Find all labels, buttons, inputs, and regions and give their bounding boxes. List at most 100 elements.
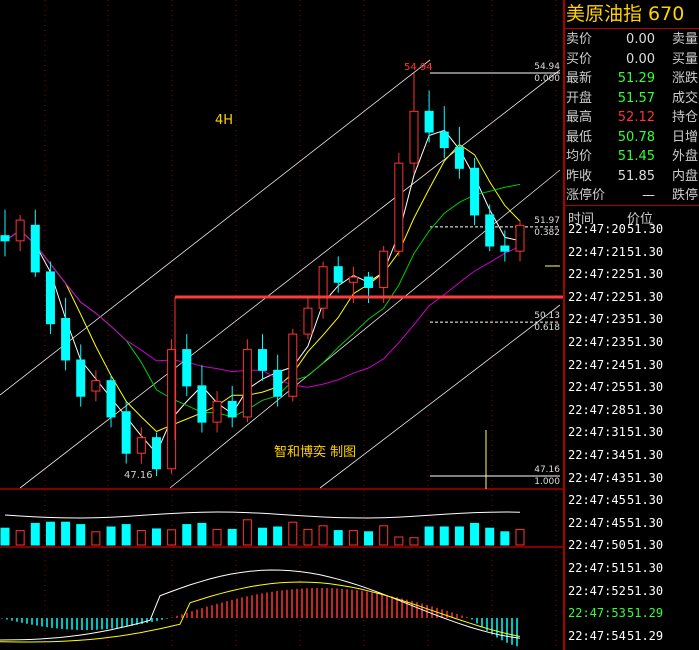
quote-row: 涨停价 — 跌停 xyxy=(565,186,699,205)
quote-label-2: 成交 xyxy=(672,90,699,106)
volume-pane xyxy=(0,511,525,546)
tick-price: 51.30 xyxy=(627,425,664,440)
macd-pane xyxy=(0,569,521,647)
quote-label: 最新 xyxy=(566,71,593,86)
quote-value: 52.12 xyxy=(617,110,655,125)
volume-bar xyxy=(151,528,161,546)
volume-bar xyxy=(500,531,510,546)
tick-row: 22:47:28 51.30 xyxy=(565,399,699,421)
candle-body xyxy=(485,214,495,247)
quote-label: 卖价 xyxy=(566,32,593,47)
tick-row: 22:47:20 51.30 xyxy=(565,218,699,240)
tick-row: 22:47:51 51.30 xyxy=(565,557,699,579)
quote-row: 买价 0.00 买量 xyxy=(565,50,699,69)
candles xyxy=(0,73,525,476)
candle-body xyxy=(439,131,449,149)
volume-bar xyxy=(121,524,131,546)
candle-body xyxy=(197,385,207,423)
tick-price: 51.30 xyxy=(627,244,664,259)
fib-price-label: 47.16 xyxy=(534,465,560,475)
volume-bar xyxy=(303,528,313,546)
tick-row: 22:47:45 51.30 xyxy=(565,512,699,534)
quote-label-2: 卖量 xyxy=(672,32,699,47)
tick-price: 51.30 xyxy=(627,357,664,372)
tick-price: 51.30 xyxy=(627,448,664,462)
tick-row: 22:47:43 51.30 xyxy=(565,467,699,489)
channel-line xyxy=(19,69,561,489)
fibonacci-levels: 54.94 0.000 51.97 0.382 50.13 0.618 47.16 1.000 xyxy=(430,62,560,489)
candle-body xyxy=(454,147,464,169)
quote-label: 买价 xyxy=(566,51,593,67)
quote-label-2: 买量 xyxy=(672,51,699,67)
volume-bar xyxy=(364,531,374,546)
watermark-text: 智和博奕 制图 xyxy=(274,444,356,460)
quote-value: 51.45 xyxy=(617,149,655,164)
volume-bar xyxy=(136,530,146,546)
volume-ma-line xyxy=(4,511,521,519)
tick-row: 22:47:45 51.30 xyxy=(565,489,699,511)
tick-time: 22:47:21 xyxy=(568,244,626,259)
fib-ratio-label: 0.618 xyxy=(534,323,560,333)
candle-body xyxy=(91,380,101,392)
tick-time: 22:47:43 xyxy=(568,470,626,485)
quote-row: 均价 51.45 外盘 xyxy=(565,147,699,166)
quote-value: 51.57 xyxy=(617,90,655,106)
candle-body xyxy=(30,224,40,273)
volume-bar xyxy=(0,527,10,546)
candlestick-chart: 54.94 0.000 51.97 0.382 50.13 0.618 47.16 1.000… xyxy=(0,0,563,650)
tick-time: 22:47:23 xyxy=(568,312,626,327)
fib-price-label: 50.13 xyxy=(534,311,560,321)
volume-bar xyxy=(273,526,283,546)
volume-bar xyxy=(61,521,71,546)
volume-bar xyxy=(394,536,404,546)
candle-body xyxy=(106,380,116,418)
volume-bar xyxy=(348,530,358,546)
moving-averages xyxy=(4,129,521,455)
tick-price: 51.30 xyxy=(627,402,664,417)
tick-time: 22:47:34 xyxy=(568,448,626,462)
volume-bar xyxy=(167,529,177,546)
candle-body xyxy=(348,276,358,283)
quote-label: 昨收 xyxy=(566,168,593,184)
tick-row: 22:47:24 51.30 xyxy=(565,354,699,376)
candle-body xyxy=(500,245,510,252)
tick-row: 22:47:54 51.29 xyxy=(565,625,699,647)
trend-channel-lines xyxy=(0,59,561,489)
volume-bar xyxy=(227,528,237,546)
tick-row: 22:47:23 51.30 xyxy=(565,308,699,330)
tick-row: 22:47:50 51.30 xyxy=(565,534,699,556)
quote-panel: 美原油指 670 卖价 0.00 卖量 买价 0.00 买量 最新 51.29 涨跌 开盘 51.5… xyxy=(563,0,699,650)
tick-time: 22:47:54 xyxy=(568,628,626,643)
tick-time: 22:47:45 xyxy=(568,515,626,530)
volume-bar xyxy=(439,526,449,546)
high-label: 54.94 xyxy=(404,62,433,73)
fib-ratio-label: 0.000 xyxy=(534,74,560,84)
tick-row: 22:47:22 51.30 xyxy=(565,263,699,285)
candle-body xyxy=(273,369,283,397)
quote-row: 最高 52.12 持仓 xyxy=(565,108,699,127)
tick-price: 51.30 xyxy=(627,335,664,349)
quote-label-2: 跌停 xyxy=(672,188,699,203)
candle-body xyxy=(515,224,525,252)
quote-label-2: 涨跌 xyxy=(672,71,699,86)
tick-time: 22:47:23 xyxy=(568,335,626,349)
candle-body xyxy=(409,110,419,164)
quote-value: 0.00 xyxy=(626,51,655,67)
quote-value: 0.00 xyxy=(626,32,655,47)
tick-time: 22:47:24 xyxy=(568,357,626,372)
tick-row: 22:47:25 51.30 xyxy=(565,376,699,398)
tick-time: 22:47:25 xyxy=(568,380,626,395)
tick-time: 22:47:20 xyxy=(568,222,626,236)
candle-body xyxy=(333,266,343,283)
volume-bar xyxy=(379,525,389,546)
tick-price: 51.30 xyxy=(627,493,664,508)
instrument-title: 美原油指 670 xyxy=(565,0,699,29)
candle-body xyxy=(212,400,222,423)
volume-bar xyxy=(197,522,207,546)
quote-label: 最低 xyxy=(566,129,593,145)
tick-row: 22:47:22 51.30 xyxy=(565,286,699,308)
candle-body xyxy=(288,333,298,397)
candle-body xyxy=(303,307,313,335)
volume-bar xyxy=(76,524,86,546)
candle-body xyxy=(394,162,404,252)
